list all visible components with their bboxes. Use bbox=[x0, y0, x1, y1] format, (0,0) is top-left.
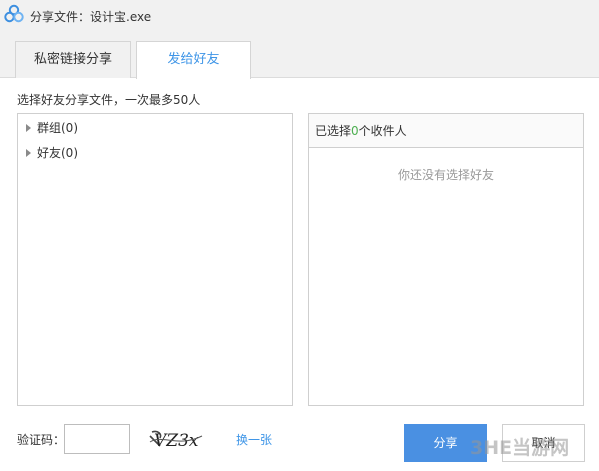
empty-selection-text: 你还没有选择好友 bbox=[397, 168, 494, 182]
refresh-captcha-link[interactable]: 换一张 bbox=[236, 431, 272, 448]
tab-send-to-friends[interactable]: 发给好友 bbox=[136, 41, 251, 79]
captcha-image: VZ3x bbox=[149, 430, 203, 451]
tree-item-label: 好友(0) bbox=[37, 146, 78, 160]
tree-item-groups[interactable]: 群组(0) bbox=[26, 119, 78, 137]
tab-bar: 私密链接分享 发给好友 bbox=[0, 31, 599, 79]
tree-item-friends[interactable]: 好友(0) bbox=[26, 144, 78, 162]
cancel-button[interactable]: 取消 bbox=[502, 424, 585, 462]
share-button[interactable]: 分享 bbox=[404, 424, 487, 462]
tab-private-link-share[interactable]: 私密链接分享 bbox=[15, 41, 131, 78]
expand-arrow-icon[interactable] bbox=[26, 149, 31, 157]
selected-recipients-panel: 已选择0个收件人 你还没有选择好友 bbox=[308, 113, 584, 406]
friend-tree-panel: 群组(0) 好友(0) bbox=[17, 113, 293, 406]
captcha-input[interactable] bbox=[64, 424, 130, 454]
selected-suffix: 个收件人 bbox=[358, 124, 407, 138]
captcha-label: 验证码： bbox=[17, 433, 66, 447]
title-bar: 分享文件：设计宝.exe bbox=[0, 0, 599, 31]
expand-arrow-icon[interactable] bbox=[26, 124, 31, 132]
tree-item-label: 群组(0) bbox=[37, 121, 78, 135]
instruction-text: 选择好友分享文件，一次最多50人 bbox=[17, 93, 201, 107]
selected-count-header: 已选择0个收件人 bbox=[309, 114, 583, 148]
selected-prefix: 已选择 bbox=[315, 124, 352, 138]
selected-count: 0 bbox=[351, 124, 359, 138]
baidu-cloud-logo-icon bbox=[4, 4, 24, 23]
window-title: 分享文件：设计宝.exe bbox=[30, 10, 152, 24]
